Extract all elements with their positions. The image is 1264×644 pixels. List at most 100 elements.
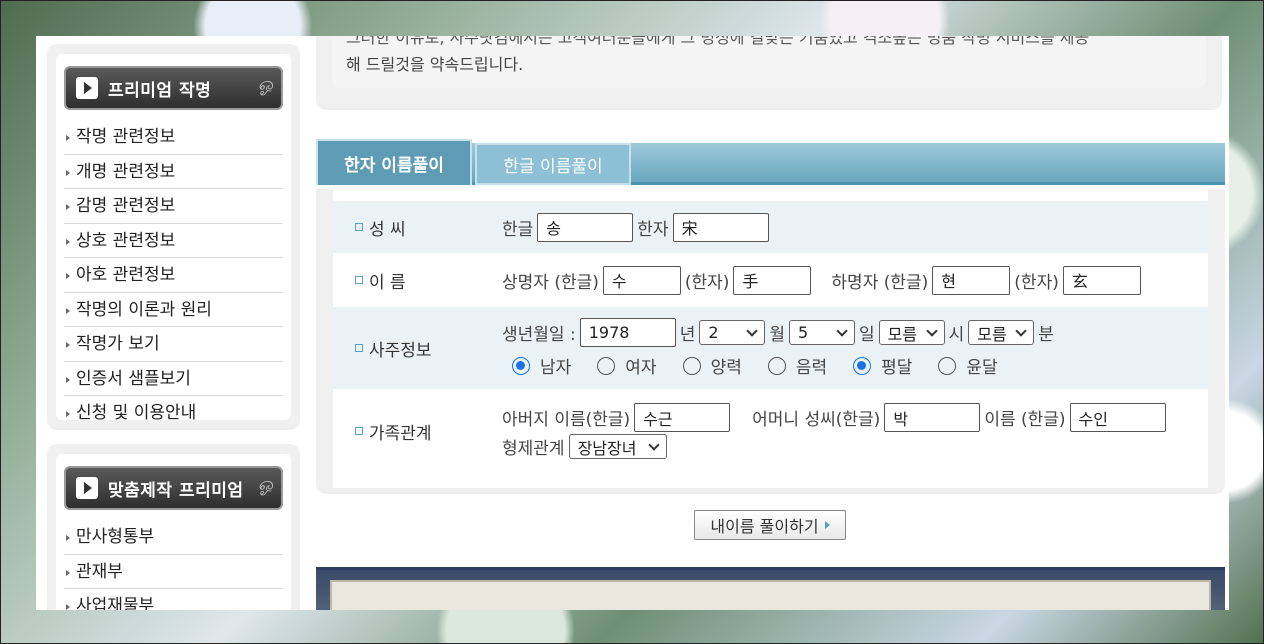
saju-label: 사주정보: [369, 340, 432, 361]
sidebar-item[interactable]: 아호 관련정보: [64, 258, 283, 293]
sidebar-custom-title: 맞춤제작 프리미엄: [108, 480, 244, 501]
birth-month-select[interactable]: 2: [699, 320, 766, 345]
birth-minute-value: 모름: [977, 324, 1007, 344]
sidebar-item[interactable]: 사업재물부: [64, 589, 283, 610]
row-family: 가족관계 아버지 이름(한글) 수근 어머니 성씨(한글) 박 이름 (한글) …: [333, 389, 1208, 473]
bullet-square-icon: [355, 276, 363, 284]
page-frame: 프리미엄 작명 ஓ 작명 관련정보 개명 관련정보 감명 관련정보 상호 관련정…: [36, 36, 1229, 610]
bullet-square-icon: [355, 344, 363, 352]
sidebar-item[interactable]: 개명 관련정보: [64, 155, 283, 189]
submit-label: 내이름 풀이하기: [710, 517, 819, 536]
sibling-select[interactable]: 장남장녀: [568, 434, 667, 459]
bullet-square-icon: [355, 427, 363, 435]
row-name: 이 름 상명자 (한글) 수 (한자) 手 하명자 (한글) 현 (한자) 玄: [333, 253, 1208, 307]
chevron-down-icon: [647, 438, 660, 451]
sidebar-premium-list: 작명 관련정보 개명 관련정보 감명 관련정보 상호 관련정보 아호 관련정보 …: [64, 120, 283, 431]
intro-box: 그러한 이유로, 사주닷컴에서는 고객여러분들에게 그 명성에 걸맞는 기품있고…: [316, 36, 1222, 110]
sidebar-premium-header: 프리미엄 작명 ஓ: [64, 66, 283, 110]
sidebar-item[interactable]: 인증서 샘플보기: [64, 362, 283, 396]
leap-leap-label: 윤달: [966, 358, 998, 378]
row-saju: 사주정보 생년월일 : 1978 년 2 월 5 일 모름 시 모름 분 남자 …: [333, 307, 1208, 389]
calendar-lunar-label: 음력: [795, 358, 828, 378]
birth-month-value: 2: [708, 323, 719, 342]
sidebar-item[interactable]: 감명 관련정보: [64, 189, 283, 224]
sibling-label: 형제관계: [502, 439, 565, 459]
mother-surname-label: 어머니 성씨(한글): [752, 410, 881, 430]
play-icon: [76, 477, 98, 499]
family-label: 가족관계: [369, 423, 432, 444]
row-surname: 성 씨 한글 송 한자 宋: [333, 201, 1208, 253]
sidebar-item[interactable]: 작명가 보기: [64, 327, 283, 362]
name-label: 이 름: [369, 272, 406, 293]
chevron-down-icon: [925, 324, 938, 337]
mother-name-label: 이름 (한글): [984, 410, 1066, 430]
upper-hanja-input[interactable]: 手: [733, 265, 812, 295]
year-unit: 년: [679, 325, 696, 345]
surname-hanja-label: 한자: [637, 219, 669, 240]
chevron-down-icon: [1015, 324, 1027, 337]
sidebar-premium-title: 프리미엄 작명: [108, 80, 212, 101]
sidebar-item[interactable]: 작명의 이론과 원리: [64, 293, 283, 327]
father-name-input[interactable]: 수근: [634, 403, 731, 432]
surname-hangul-label: 한글: [502, 219, 534, 240]
birth-day-select[interactable]: 5: [788, 320, 855, 345]
sidebar-item[interactable]: 상호 관련정보: [64, 224, 283, 258]
leap-normal-label: 평달: [881, 358, 913, 378]
month-unit: 월: [769, 325, 785, 345]
upper-hangul-label: 상명자 (한글): [502, 272, 599, 293]
calendar-solar-label: 양력: [710, 358, 742, 378]
name-form: 성 씨 한글 송 한자 宋 이 름 상명자 (한글) 수 (한자) 手 하명자 …: [316, 189, 1225, 494]
mother-name-input[interactable]: 수인: [1069, 403, 1166, 432]
leap-normal-radio[interactable]: [853, 356, 872, 375]
ornament-icon: ஓ: [257, 74, 273, 95]
calendar-solar-radio[interactable]: [682, 356, 701, 375]
birth-year-input[interactable]: 1978: [579, 318, 676, 347]
birth-hour-value: 모름: [887, 324, 918, 344]
gender-male-label: 남자: [540, 358, 572, 378]
bottom-banner: [316, 567, 1225, 610]
bottom-banner-inner: [330, 580, 1211, 610]
tab-bar: 한자 이름풀이 한글 이름풀이: [316, 139, 1225, 185]
birth-day-value: 5: [797, 323, 809, 342]
lower-hangul-input[interactable]: 현: [932, 265, 1011, 295]
birth-label: 생년월일 :: [502, 325, 576, 345]
gender-female-radio[interactable]: [597, 356, 616, 375]
day-unit: 일: [858, 325, 875, 345]
upper-hangul-input[interactable]: 수: [602, 265, 681, 295]
sidebar-custom: 맞춤제작 프리미엄 ஓ 만사형통부 관재부 사업재물부: [47, 444, 300, 610]
sidebar-custom-header: 맞춤제작 프리미엄 ஓ: [64, 466, 283, 510]
intro-line-2: 해 드릴것을 약속드립니다.: [346, 55, 524, 74]
play-icon: [76, 77, 98, 99]
submit-button[interactable]: 내이름 풀이하기: [694, 510, 846, 540]
tab-hangul[interactable]: 한글 이름풀이: [475, 143, 631, 185]
gender-female-label: 여자: [625, 358, 657, 378]
chevron-down-icon: [836, 324, 848, 337]
sibling-value: 장남장녀: [577, 438, 637, 458]
birth-hour-select[interactable]: 모름: [878, 320, 945, 345]
birth-minute-select[interactable]: 모름: [968, 320, 1035, 345]
ornament-icon: ஓ: [257, 474, 273, 495]
tab-hanja[interactable]: 한자 이름풀이: [316, 139, 472, 185]
surname-hangul-input[interactable]: 송: [537, 212, 634, 242]
father-name-label: 아버지 이름(한글): [502, 410, 631, 430]
sidebar-item[interactable]: 만사형통부: [64, 520, 283, 555]
calendar-lunar-radio[interactable]: [767, 356, 786, 375]
surname-hanja-input[interactable]: 宋: [672, 212, 769, 242]
lower-hanja-input[interactable]: 玄: [1062, 265, 1141, 295]
upper-hanja-label: (한자): [684, 272, 730, 293]
sidebar-item[interactable]: 신청 및 이용안내: [64, 396, 283, 431]
hour-unit: 시: [948, 325, 965, 345]
leap-leap-radio[interactable]: [938, 356, 957, 375]
mother-surname-input[interactable]: 박: [884, 403, 981, 432]
bullet-square-icon: [355, 223, 363, 231]
lower-hanja-label: (한자): [1014, 272, 1059, 293]
sidebar-item[interactable]: 관재부: [64, 555, 283, 589]
sidebar-item[interactable]: 작명 관련정보: [64, 120, 283, 155]
intro-line-1: 그러한 이유로, 사주닷컴에서는 고객여러분들에게 그 명성에 걸맞는 기품있고…: [346, 36, 1090, 47]
chevron-down-icon: [746, 324, 759, 337]
sidebar-custom-list: 만사형통부 관재부 사업재물부: [64, 520, 283, 610]
lower-hangul-label: 하명자 (한글): [831, 272, 929, 293]
arrow-right-icon: [824, 521, 830, 529]
gender-male-radio[interactable]: [512, 356, 530, 375]
surname-label: 성 씨: [369, 219, 406, 240]
